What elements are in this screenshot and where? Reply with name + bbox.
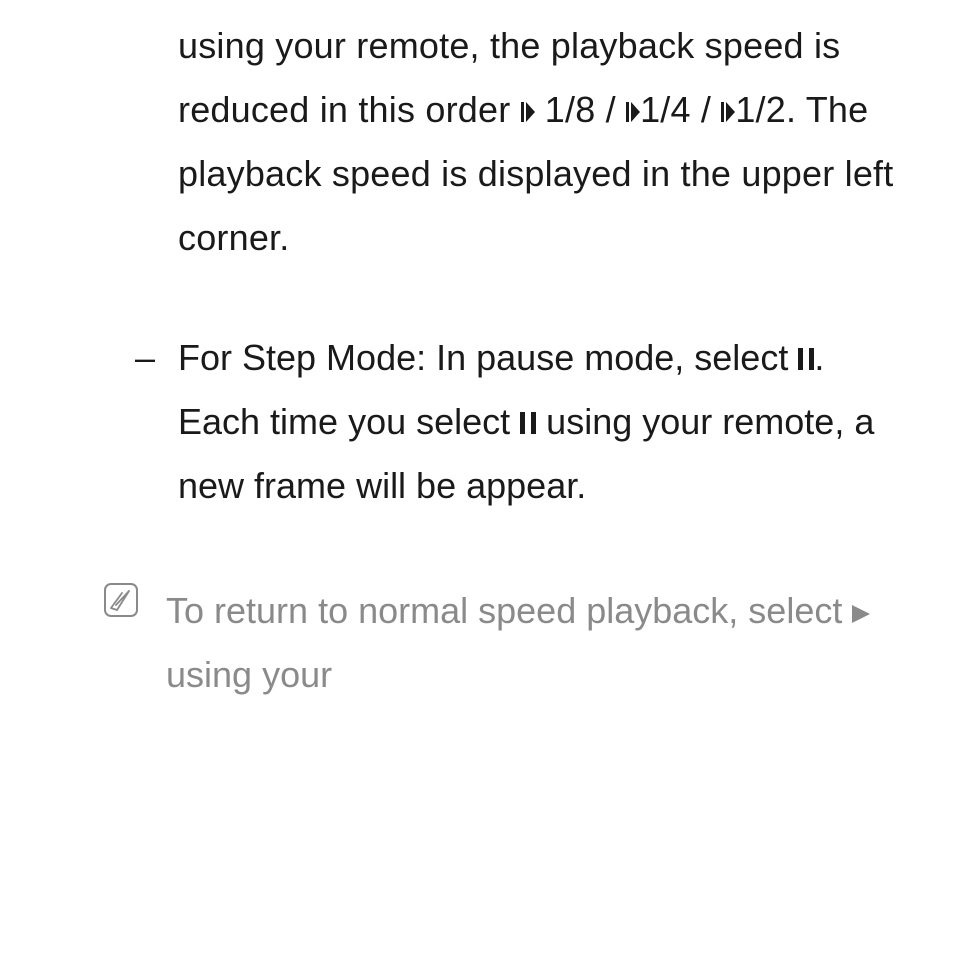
text-segment: 1/4 / (640, 89, 721, 130)
text-segment: For Step Mode: In pause mode, select (178, 337, 798, 378)
paragraph-slow-mode: using your remote, the playback speed is… (0, 0, 954, 270)
bullet-dash: – (135, 326, 178, 518)
slow-forward-icon (721, 78, 735, 142)
note-block: To return to normal speed playback, sele… (0, 579, 954, 707)
text-segment: To return to normal speed playback, sele… (166, 590, 852, 631)
pause-icon (520, 390, 536, 454)
note-text: To return to normal speed playback, sele… (166, 579, 904, 707)
document-page: using your remote, the playback speed is… (0, 0, 954, 707)
text-segment: 1/8 / (545, 89, 626, 130)
text-segment: using your (166, 654, 332, 695)
pause-icon (798, 326, 814, 390)
paragraph-body: For Step Mode: In pause mode, select . E… (178, 326, 904, 518)
slow-forward-icon (521, 78, 535, 142)
paragraph-step-mode: – For Step Mode: In pause mode, select .… (0, 326, 954, 518)
note-icon (104, 579, 166, 707)
slow-forward-icon (626, 78, 640, 142)
play-icon (852, 579, 870, 643)
text-segment: 1/2. (735, 89, 805, 130)
